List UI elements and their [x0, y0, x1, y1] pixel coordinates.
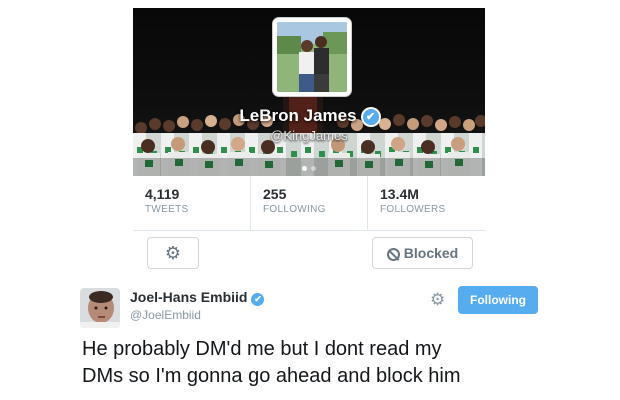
stat-tweets[interactable]: 4,119 TWEETS — [133, 176, 250, 230]
stat-followers-label: FOLLOWERS — [380, 204, 446, 215]
tweet-author-name-text: Joel-Hans Embiid — [130, 289, 248, 305]
profile-stats: 4,119 TWEETS 255 FOLLOWING 13.4M FOLLOWE… — [133, 176, 485, 231]
stat-tweets-label: TWEETS — [145, 204, 189, 215]
profile-avatar[interactable] — [273, 18, 351, 96]
stat-following-value: 255 — [263, 186, 287, 202]
verified-checkmark-icon: ✔ — [362, 109, 379, 125]
blocked-icon — [386, 248, 400, 261]
blocked-label: Blocked — [403, 245, 459, 261]
profile-avatar-image — [277, 22, 347, 92]
profile-name: LeBron James ✔ — [133, 106, 485, 126]
profile-name-text: LeBron James — [239, 106, 357, 125]
tweet-author-avatar[interactable] — [80, 288, 120, 328]
profile-banner: LeBron James ✔ @KingJames — [133, 8, 485, 176]
carousel-dots — [300, 158, 318, 176]
carousel-dot[interactable] — [311, 166, 316, 171]
tweet-text-line-2: DMs so I'm gonna go ahead and block him — [82, 365, 461, 387]
following-button[interactable]: Following — [458, 286, 538, 314]
gear-icon: ⚙ — [164, 243, 182, 263]
tweet-author-avatar-image — [80, 288, 120, 328]
stat-following-label: FOLLOWING — [263, 204, 326, 215]
tweet-author-handle[interactable]: @JoelEmbiid — [130, 308, 201, 322]
blocked-button[interactable]: Blocked — [372, 237, 473, 269]
tweet-verified-icon: ✔ — [251, 293, 265, 306]
profile-handle: @KingJames — [270, 128, 348, 143]
stat-tweets-value: 4,119 — [145, 186, 180, 202]
stat-following[interactable]: 255 FOLLOWING — [250, 176, 368, 230]
profile-card: LeBron James ✔ @KingJames 4,119 TWEETS 25… — [133, 8, 485, 279]
tweet-settings-gear-icon[interactable]: ⚙ — [430, 290, 445, 310]
tweet-author-name[interactable]: Joel-Hans Embiid ✔ — [130, 289, 265, 306]
tweet-text: He probably DM'd me but I dont read my D… — [82, 336, 612, 390]
stat-followers-value: 13.4M — [380, 186, 419, 202]
tweet-text-line-1: He probably DM'd me but I dont read my — [82, 338, 442, 360]
carousel-dot[interactable] — [302, 166, 307, 171]
profile-settings-button[interactable]: ⚙ — [147, 237, 199, 269]
stat-followers[interactable]: 13.4M FOLLOWERS — [367, 176, 485, 230]
